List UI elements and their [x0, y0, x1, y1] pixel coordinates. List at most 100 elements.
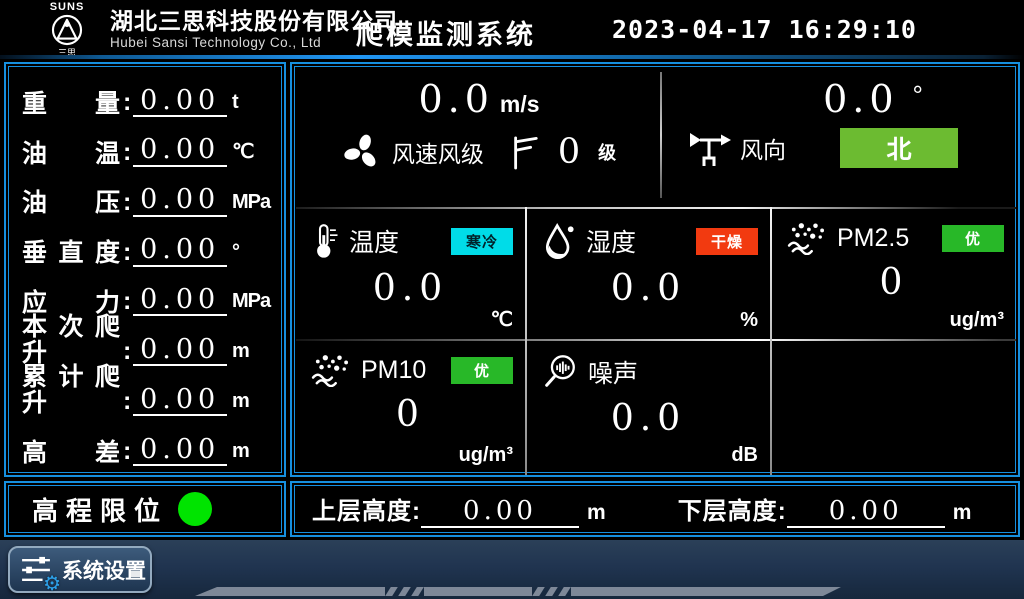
- fan-icon: [342, 132, 382, 172]
- page-title: 爬模监测系统: [356, 13, 536, 52]
- upper-level-colon: :: [412, 498, 421, 528]
- datetime-display: 2023-04-17 16:29:10: [612, 15, 917, 44]
- row-label: 累计爬升: [22, 364, 120, 417]
- system-settings-label: 系统设置: [62, 555, 146, 585]
- env-cell-unit: %: [740, 309, 758, 332]
- row-colon: :: [123, 387, 131, 416]
- env-cell-value: 0: [772, 265, 1016, 301]
- row-unit: t: [232, 91, 274, 117]
- measurement-row-verticality: 垂直度: 0.00 °: [14, 221, 276, 269]
- row-value: 0.00: [133, 386, 227, 416]
- status-badge-pm10: 优: [451, 357, 513, 384]
- row-value: 0.00: [133, 236, 227, 266]
- row-value: 0.00: [133, 186, 227, 216]
- wind-level-unit: 级: [598, 139, 616, 165]
- status-badge-humidity: 干燥: [696, 228, 758, 255]
- env-cell-empty: [772, 341, 1016, 472]
- elevation-limit-box: 高程限位: [4, 481, 286, 537]
- row-value: 0.00: [133, 336, 227, 366]
- row-unit: m: [232, 440, 274, 466]
- env-cell-unit: ug/m³: [459, 444, 513, 467]
- elevation-limit-label: 高程限位: [32, 491, 168, 528]
- wind-level-row: 风速风级 0 级: [300, 132, 658, 172]
- lower-level-value: 0.00: [787, 498, 945, 527]
- company-name: 湖北三思科技股份有限公司 Hubei Sansi Technology Co.,…: [110, 8, 398, 51]
- company-name-cn: 湖北三思科技股份有限公司: [110, 8, 398, 34]
- elevation-limit-indicator: [178, 492, 212, 526]
- row-colon: :: [123, 437, 131, 466]
- upper-level-label: 上层高度: [312, 491, 412, 528]
- env-cell-value: 0.0: [296, 271, 525, 307]
- levels-box: 上层高度: 0.00 m 下层高度: 0.00 m: [290, 481, 1020, 537]
- lower-level-colon: :: [778, 498, 787, 528]
- measurement-row-stress: 应力: 0.00 MPa: [14, 270, 276, 318]
- status-badge-pm25: 优: [942, 225, 1004, 252]
- wind-direction-label: 风向: [740, 131, 786, 165]
- row-value: 0.00: [133, 136, 227, 166]
- wind-direction-unit: °: [913, 80, 923, 110]
- wind-direction-reading: 0.0°: [664, 80, 1012, 118]
- header: SUNS 三思 湖北三思科技股份有限公司 Hubei Sansi Technol…: [0, 0, 1024, 55]
- env-cell-noise: 噪声 0.0 dB: [527, 341, 770, 472]
- wind-speed-label: 风速风级: [392, 135, 484, 169]
- env-cell-value: 0.0: [527, 271, 770, 307]
- logo-suns-text: SUNS: [28, 2, 106, 13]
- env-cell-temperature: 温度 寒冷 0.0 ℃: [296, 209, 525, 337]
- upper-level-field: 上层高度: 0.00 m: [312, 491, 606, 528]
- env-cell-pm25: PM2.5 优 0 ug/m³: [772, 209, 1016, 337]
- upper-level-value: 0.00: [421, 498, 579, 527]
- status-badge-temperature: 寒冷: [451, 228, 513, 255]
- wind-direction-row: 风向 北: [664, 128, 1012, 168]
- sliders-icon: ⚙: [18, 552, 54, 588]
- env-cell-unit: ug/m³: [950, 309, 1004, 332]
- measurement-row-oil-pressure: 油压: 0.00 MPa: [14, 171, 276, 219]
- wind-speed-unit: m/s: [500, 91, 540, 117]
- measurement-row-total-climb: 累计爬升: 0.00 m: [14, 370, 276, 418]
- env-cell-label: 温度: [349, 223, 399, 259]
- row-colon: :: [123, 337, 131, 366]
- measurement-rows: 重量: 0.00 t 油温: 0.00 ℃ 油压: 0.00 MPa 垂直度: …: [14, 70, 276, 469]
- wind-barb-icon: [510, 133, 540, 171]
- noise-meter-icon: [541, 353, 579, 391]
- footer-bar: ⚙ 系统设置: [0, 540, 1024, 599]
- env-cell-label: 噪声: [588, 354, 638, 390]
- wind-vane-icon: [688, 128, 732, 168]
- env-cell-humidity: 湿度 干燥 0.0 %: [527, 209, 770, 337]
- row-label: 垂直度: [22, 240, 120, 266]
- upper-level-unit: m: [587, 501, 606, 528]
- row-value: 0.00: [133, 286, 227, 316]
- row-colon: :: [123, 188, 131, 217]
- row-value: 0.00: [133, 87, 227, 117]
- row-unit: m: [232, 340, 274, 366]
- row-label: 本次爬升: [22, 314, 120, 367]
- company-name-en: Hubei Sansi Technology Co., Ltd: [110, 34, 398, 51]
- gear-icon: ⚙: [43, 574, 61, 594]
- company-logo: SUNS 三思: [28, 2, 106, 58]
- row-colon: :: [123, 238, 131, 267]
- lower-level-unit: m: [953, 501, 972, 528]
- env-cell-unit: ℃: [491, 307, 513, 332]
- env-cell-label: PM2.5: [837, 224, 909, 253]
- dust-particles-icon: [310, 353, 352, 387]
- footer-decorative-stripe: [195, 587, 841, 596]
- row-unit: MPa: [232, 191, 274, 217]
- measurements-panel: 重量: 0.00 t 油温: 0.00 ℃ 油压: 0.00 MPa 垂直度: …: [4, 62, 286, 477]
- droplet-icon: [541, 221, 577, 261]
- wind-direction-section: 0.0° 风向 北: [664, 72, 1012, 204]
- measurement-row-oil-temp: 油温: 0.00 ℃: [14, 121, 276, 169]
- env-cell-pm10: PM10 优 0 ug/m³: [296, 341, 525, 472]
- dust-particles-icon: [786, 221, 828, 255]
- row-unit: MPa: [232, 290, 274, 316]
- env-cell-label: 湿度: [586, 223, 636, 259]
- env-cell-value: 0.0: [527, 401, 770, 437]
- wind-speed-section: 0.0m/s 风速风级: [300, 72, 658, 204]
- system-settings-button[interactable]: ⚙ 系统设置: [8, 546, 152, 593]
- env-cell-value: 0: [296, 397, 525, 433]
- wind-direction-badge: 北: [840, 128, 958, 168]
- wind-section-divider: [660, 72, 662, 198]
- monitoring-screen: SUNS 三思 湖北三思科技股份有限公司 Hubei Sansi Technol…: [0, 0, 1024, 599]
- row-unit: °: [232, 241, 274, 267]
- env-cell-label: PM10: [361, 356, 426, 385]
- measurement-row-weight: 重量: 0.00 t: [14, 71, 276, 119]
- thermometer-icon: [310, 221, 340, 261]
